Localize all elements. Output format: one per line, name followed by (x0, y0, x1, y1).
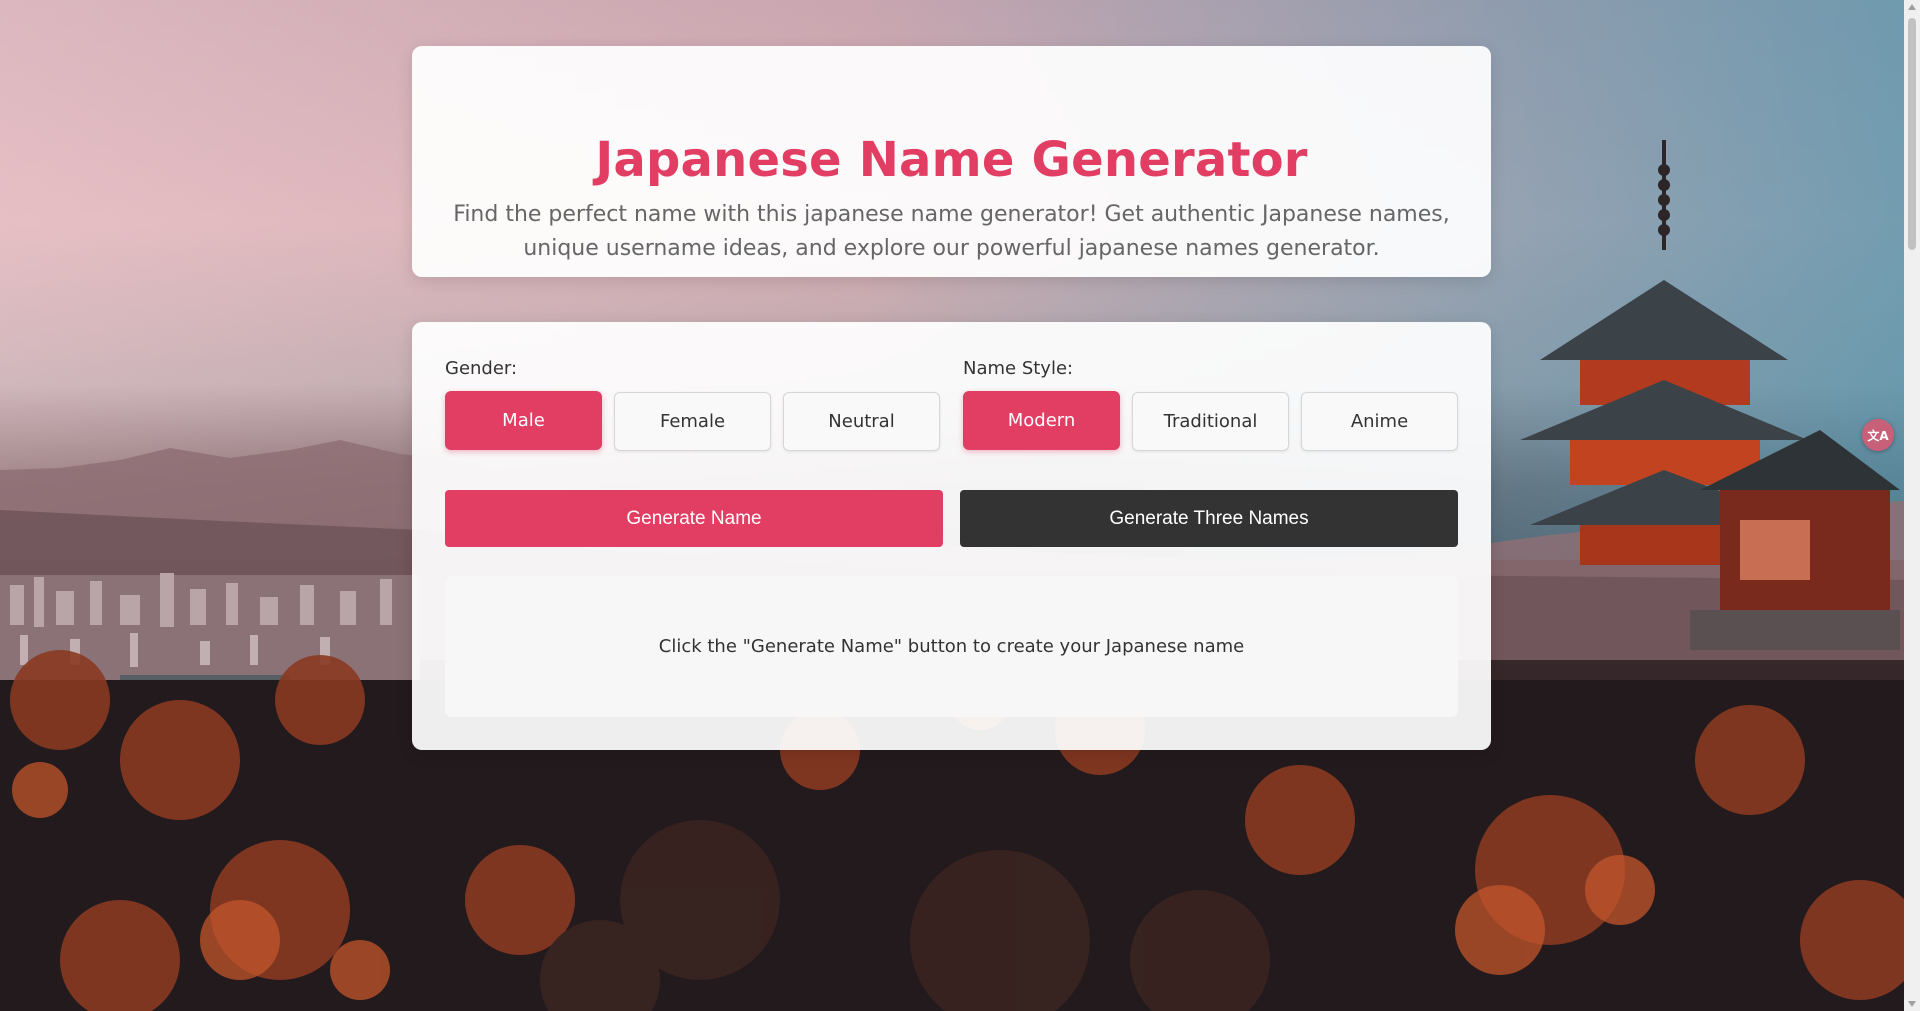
scroll-up-arrow-icon[interactable] (1908, 4, 1916, 10)
scroll-down-arrow-icon[interactable] (1908, 1001, 1916, 1007)
translate-icon[interactable]: 文A (1862, 419, 1894, 451)
header-card: Japanese Name Generator Find the perfect… (412, 46, 1491, 277)
gender-male-button[interactable]: Male (445, 391, 602, 450)
result-display: Click the "Generate Name" button to crea… (445, 576, 1458, 717)
page-scrollbar[interactable] (1904, 0, 1920, 1011)
gender-neutral-button[interactable]: Neutral (783, 392, 940, 451)
name-style-label: Name Style: (963, 358, 1074, 379)
background-pagoda (1520, 140, 1900, 650)
generate-name-button[interactable]: Generate Name (445, 490, 943, 547)
style-traditional-button[interactable]: Traditional (1132, 392, 1289, 451)
style-modern-button[interactable]: Modern (963, 391, 1120, 450)
scrollbar-thumb[interactable] (1908, 18, 1916, 250)
generate-three-names-button[interactable]: Generate Three Names (960, 490, 1458, 547)
page-description: Find the perfect name with this japanese… (453, 202, 1450, 261)
page-title: Japanese Name Generator (595, 132, 1308, 188)
page: 文A Japanese Name Generator Find the perf… (0, 0, 1920, 1011)
style-anime-button[interactable]: Anime (1301, 392, 1458, 451)
gender-female-button[interactable]: Female (614, 392, 771, 451)
gender-label: Gender: (445, 358, 518, 379)
